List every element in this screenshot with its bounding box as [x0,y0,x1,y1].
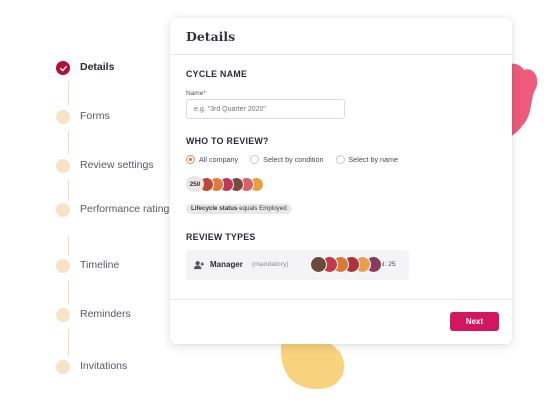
cycle-name-input[interactable] [186,99,345,119]
stepper-line [68,236,69,256]
people-count-badge: 250 [186,176,204,192]
step-dot [56,308,70,322]
radio-label: All company [199,155,239,164]
next-button[interactable]: Next [450,312,499,331]
step-label: Timeline [80,259,120,271]
avatar [310,256,327,273]
step-label: Review settings [80,159,154,171]
radio-label: Select by condition [263,155,324,164]
stepper-line [68,280,69,304]
step-performance-rating[interactable]: Performance rating [56,202,176,217]
stepper-line [68,329,69,356]
stepper-line [68,179,69,201]
filter-chip: Lifecycle status equals Employed [186,204,292,214]
review-type-name: Manager [210,260,243,269]
step-label: Invitations [80,360,128,372]
details-card: Details CYCLE NAME Name* WHO TO REVIEW? … [170,18,512,344]
who-to-review-heading: WHO TO REVIEW? [186,136,269,146]
radio-select-by-name[interactable]: Select by name [335,155,399,164]
chip-field: Lifecycle status [191,205,238,212]
step-label: Performance rating [80,203,170,215]
radio-all-company[interactable]: All company [186,155,238,164]
radio-select-by-condition[interactable]: Select by condition [250,155,324,164]
radio-label: Select by name [348,155,399,164]
review-scope-radio-group: All company Select by condition Select b… [186,155,410,164]
radio-unchecked-icon [250,155,260,164]
step-forms[interactable]: Forms [56,109,176,124]
progress-stepper: Details Forms Review settings Performanc… [56,58,176,388]
chip-condition: equals Employed [239,205,287,212]
step-details[interactable]: Details [56,60,176,75]
name-field-label: Name* [186,90,206,97]
checkmark-icon [56,61,70,75]
step-label: Reminders [80,308,131,320]
reviewer-avatars [310,256,382,273]
step-invitations[interactable]: Invitations [56,359,176,374]
selected-people-avatars[interactable]: 250 [186,176,264,192]
step-dot [56,159,70,173]
people-icon [194,261,205,270]
review-types-heading: REVIEW TYPES [186,232,256,242]
radio-checked-icon [186,155,195,164]
step-label: Forms [80,110,110,122]
step-reminders[interactable]: Reminders [56,307,176,322]
step-dot [56,259,70,273]
step-dot [56,360,70,374]
header-divider [170,54,512,55]
step-timeline[interactable]: Timeline [56,258,176,273]
footer-divider [170,299,512,300]
step-dot [56,110,70,124]
card-title: Details [186,29,236,44]
radio-unchecked-icon [335,155,345,164]
step-dot [56,203,70,217]
review-type-note: (mandatory) [252,261,289,268]
review-type-row[interactable]: Manager (mandatory) Total: 25 [186,250,409,280]
stepper-line [68,130,69,154]
step-review-settings[interactable]: Review settings [56,158,176,173]
cycle-name-heading: CYCLE NAME [186,69,248,79]
stepper-line [68,81,69,105]
step-label: Details [80,61,115,73]
